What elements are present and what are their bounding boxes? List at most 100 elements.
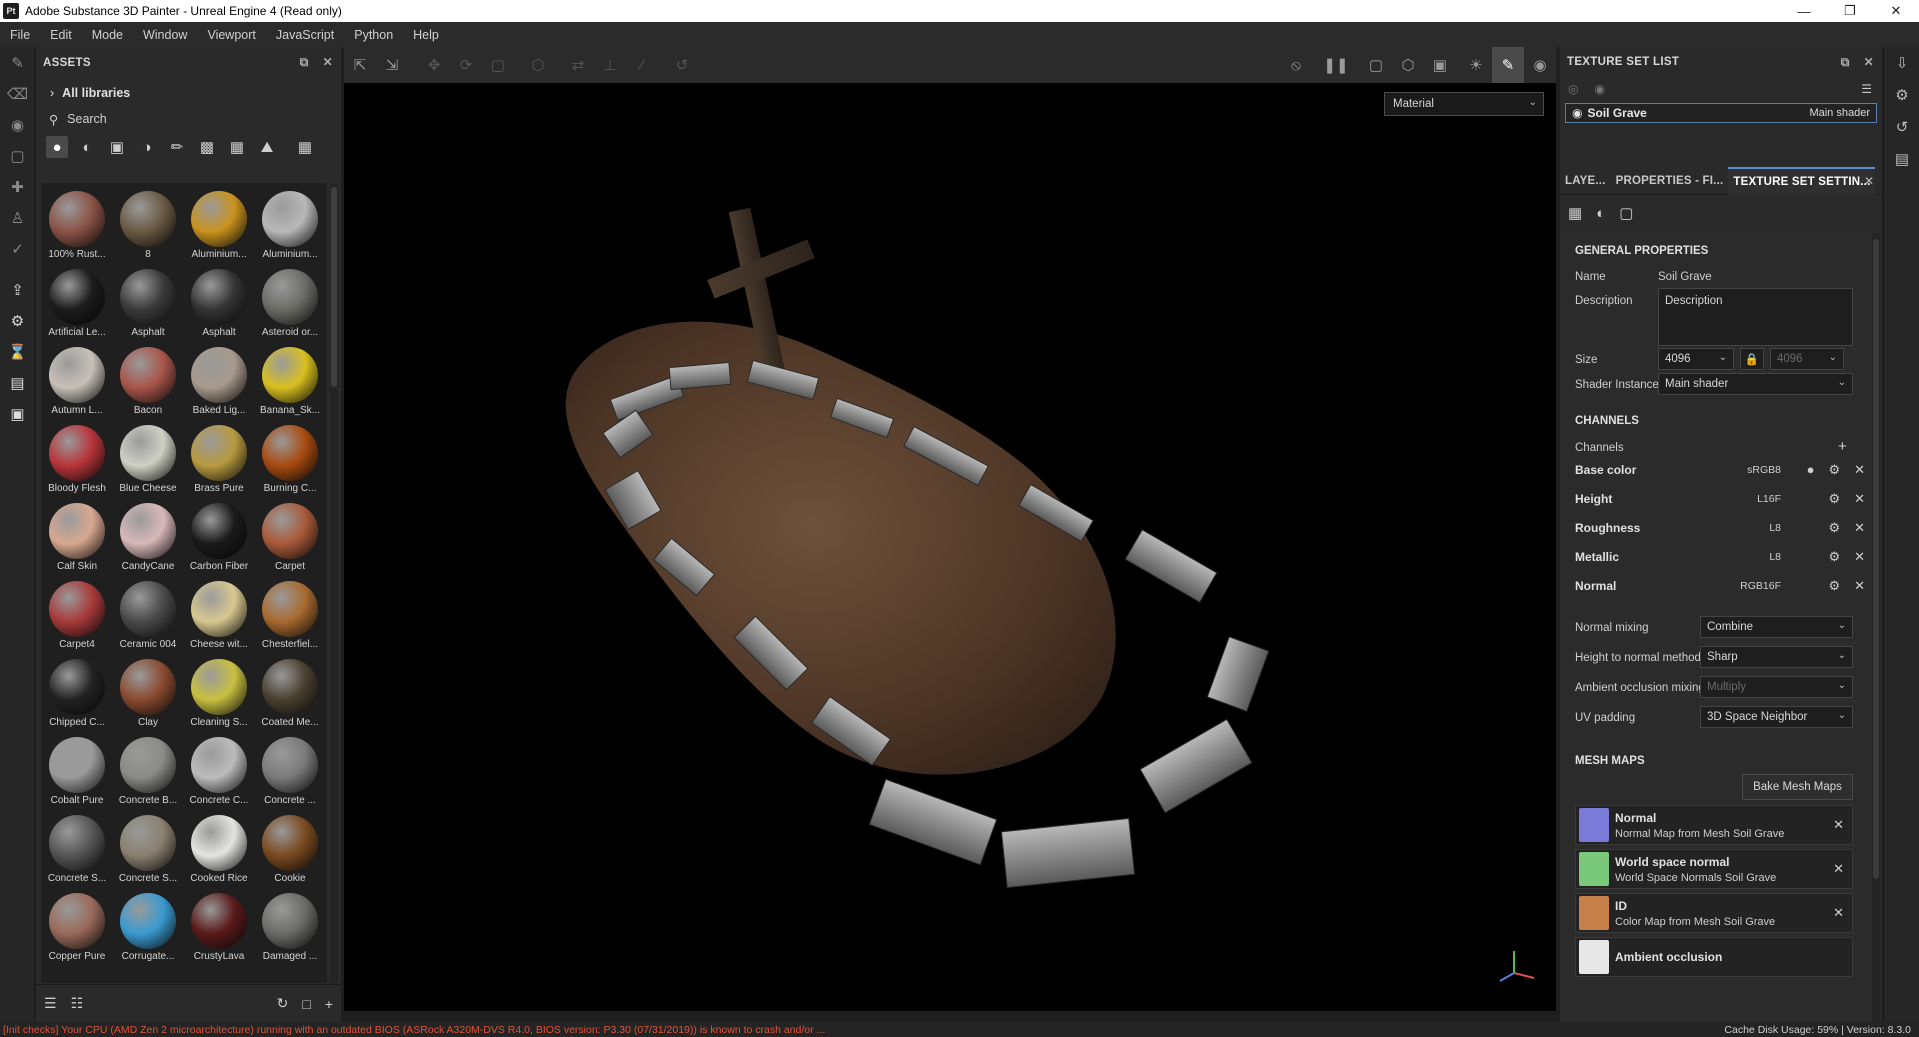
channel-format[interactable]: L16F <box>1695 493 1781 505</box>
hamburger-menu-icon[interactable]: ☰ <box>1861 82 1872 96</box>
rotate-icon[interactable]: ⟳ <box>450 47 482 83</box>
projection-icon[interactable]: ◉ <box>0 109 35 140</box>
screenshot-icon[interactable]: ◉ <box>1524 47 1556 83</box>
remove-icon[interactable]: ✕ <box>1833 861 1844 877</box>
minimize-icon[interactable]: — <box>1781 0 1827 22</box>
asset-thumbnail[interactable]: Concrete B... <box>114 733 182 811</box>
channel-format[interactable]: L8 <box>1695 522 1781 534</box>
asset-thumbnail[interactable]: Asphalt <box>114 265 182 343</box>
brush-filter-icon[interactable]: ✏ <box>166 136 188 158</box>
asset-thumbnail[interactable]: Chipped C... <box>43 655 111 733</box>
asset-thumbnail[interactable]: Corrugate... <box>114 889 182 967</box>
asset-thumbnail[interactable]: 100% Rust... <box>43 187 111 265</box>
paint-brush-icon[interactable]: ✎ <box>0 47 35 78</box>
channel-format[interactable]: sRGB8 <box>1695 464 1781 476</box>
menu-edit[interactable]: Edit <box>40 28 82 42</box>
uv-transform-icon[interactable]: ⇲ <box>376 47 408 83</box>
asset-thumbnail[interactable]: Carbon Fiber <box>185 499 253 577</box>
mask-filter-icon[interactable]: ▣ <box>106 136 128 158</box>
tab-properties[interactable]: PROPERTIES - FI... <box>1611 167 1729 195</box>
name-value[interactable]: Soil Grave <box>1658 271 1712 283</box>
mesh-map-row[interactable]: World space normal World Space Normals So… <box>1575 849 1853 889</box>
viewport-3d[interactable]: Material ⌄ <box>344 83 1556 1011</box>
search-input[interactable]: ⚲ Search <box>36 107 341 131</box>
visibility-toggle-icon[interactable]: ◎ <box>1568 82 1578 96</box>
asset-thumbnail[interactable]: Cobalt Pure <box>43 733 111 811</box>
remove-icon[interactable]: ✕ <box>1833 905 1844 921</box>
texture-set-item[interactable]: ◉ Soil Grave Main shader <box>1565 103 1877 123</box>
gear-icon[interactable]: ⚙ <box>1828 491 1840 507</box>
eraser-icon[interactable]: ⌫ <box>0 78 35 109</box>
particle-filter-icon[interactable]: ▩ <box>196 136 218 158</box>
mesh-map-row[interactable]: Ambient occlusion <box>1575 937 1853 977</box>
uv-padding-select[interactable]: 3D Space Neighbor ⌄ <box>1700 706 1853 728</box>
bake-mesh-maps-button[interactable]: Bake Mesh Maps <box>1742 774 1853 800</box>
move-icon[interactable]: ✥ <box>418 47 450 83</box>
settings-sheet-icon[interactable]: ▦ <box>1568 204 1582 222</box>
asset-thumbnail[interactable]: Cooked Rice <box>185 811 253 889</box>
asset-thumbnail[interactable]: Concrete C... <box>185 733 253 811</box>
asset-thumbnail[interactable]: Brass Pure <box>185 421 253 499</box>
undock-icon[interactable]: ⧉ <box>300 55 309 70</box>
height-to-normal-select[interactable]: Sharp ⌄ <box>1700 646 1853 668</box>
remove-icon[interactable]: ✕ <box>1854 549 1865 565</box>
color-picker-icon[interactable]: ✓ <box>0 233 35 264</box>
gear-icon[interactable]: ⚙ <box>1828 462 1840 478</box>
log-icon[interactable]: ▤ <box>0 367 35 398</box>
align-icon[interactable]: ⊥ <box>594 47 626 83</box>
eye-icon[interactable]: ◉ <box>1594 82 1604 96</box>
material-filter-icon[interactable]: ● <box>46 136 68 158</box>
close-panel-icon[interactable]: ✕ <box>1864 55 1874 70</box>
asset-thumbnail[interactable]: Cleaning S... <box>185 655 253 733</box>
status-error-message[interactable]: [Init checks] Your CPU (AMD Zen 2 microa… <box>0 1024 1724 1036</box>
display-settings-icon[interactable]: ⚙ <box>0 305 35 336</box>
asset-thumbnail[interactable]: Aluminium... <box>185 187 253 265</box>
eye-icon[interactable]: ◉ <box>1572 106 1582 120</box>
transform-icon[interactable]: ⇱ <box>344 47 376 83</box>
asset-thumbnail[interactable]: Asteroid or... <box>256 265 324 343</box>
menu-mode[interactable]: Mode <box>82 28 133 42</box>
asset-thumbnail[interactable]: Concrete S... <box>43 811 111 889</box>
normal-mixing-select[interactable]: Combine ⌄ <box>1700 616 1853 638</box>
asset-thumbnail[interactable]: Copper Pure <box>43 889 111 967</box>
view-3d-icon[interactable]: ⬡ <box>1392 47 1424 83</box>
asset-thumbnail[interactable]: Carpet4 <box>43 577 111 655</box>
asset-thumbnail[interactable]: Coated Me... <box>256 655 324 733</box>
generator-filter-icon[interactable]: ◑ <box>136 136 158 158</box>
size-select[interactable]: 4096 ⌄ <box>1658 348 1734 370</box>
remove-icon[interactable]: ✕ <box>1854 578 1865 594</box>
asset-thumbnail[interactable]: Blue Cheese <box>114 421 182 499</box>
settings-scrollbar[interactable] <box>1872 233 1880 1022</box>
remove-icon[interactable]: ✕ <box>1854 520 1865 536</box>
asset-thumbnail[interactable]: Burning C... <box>256 421 324 499</box>
smudge-icon[interactable]: ✚ <box>0 171 35 202</box>
gear-icon[interactable]: ⚙ <box>1828 549 1840 565</box>
undock-icon[interactable]: ⧉ <box>1841 55 1850 70</box>
mesh-map-row[interactable]: ID Color Map from Mesh Soil Grave ✕ <box>1575 893 1853 933</box>
menu-javascript[interactable]: JavaScript <box>266 28 344 42</box>
clone-icon[interactable]: ♙ <box>0 202 35 233</box>
view-2d-icon[interactable]: ▢ <box>1360 47 1392 83</box>
asset-thumbnail[interactable]: 8 <box>114 187 182 265</box>
viewport-mode-select[interactable]: Material ⌄ <box>1384 92 1544 116</box>
asset-scrollbar[interactable] <box>330 183 338 983</box>
asset-thumbnail[interactable]: Cheese wit... <box>185 577 253 655</box>
library-selector[interactable]: › All libraries <box>36 79 341 107</box>
camera-video-icon[interactable]: ▣ <box>1424 47 1456 83</box>
shader-instance-select[interactable]: Main shader ⌄ <box>1658 373 1853 395</box>
refresh-icon[interactable]: ↻ <box>277 995 289 1012</box>
size-lock-button[interactable]: 🔒 <box>1740 348 1764 370</box>
tab-layers[interactable]: LAYE... <box>1560 167 1611 195</box>
material-ball-icon[interactable]: ◐ <box>1596 205 1605 222</box>
asset-thumbnail[interactable]: Calf Skin <box>43 499 111 577</box>
pause-icon[interactable]: ❚❚ <box>1320 47 1352 83</box>
grid-view-icon[interactable]: ▦ <box>294 136 316 158</box>
asset-thumbnail[interactable]: Damaged ... <box>256 889 324 967</box>
asset-thumbnail[interactable]: CrustyLava <box>185 889 253 967</box>
log-icon[interactable]: ▤ <box>1884 143 1919 175</box>
paint-mode-icon[interactable]: ✎ <box>1492 47 1524 83</box>
texture-filter-icon[interactable]: ▦ <box>226 136 248 158</box>
maximize-icon[interactable]: ❐ <box>1827 0 1873 22</box>
snap-icon[interactable]: ∕ <box>626 47 658 83</box>
asset-thumbnail[interactable]: Artificial Le... <box>43 265 111 343</box>
